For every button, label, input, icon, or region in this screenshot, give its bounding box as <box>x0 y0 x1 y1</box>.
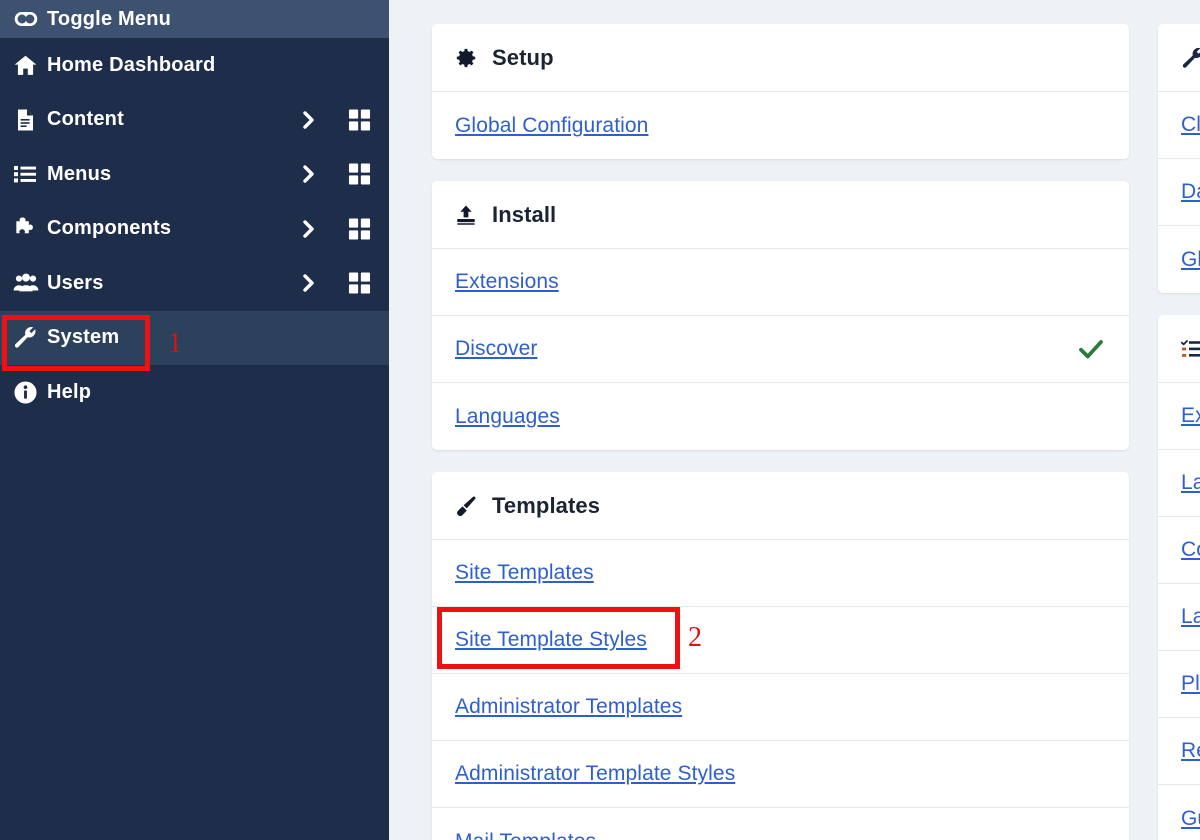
toggle-menu-button[interactable]: Toggle Menu <box>0 0 389 38</box>
card-title: Templates <box>492 493 600 519</box>
link-redirect[interactable]: Redirect <box>1181 739 1200 763</box>
link-global-checkin[interactable]: Global Check-in <box>1181 248 1200 272</box>
card-templates: Templates Site Templates Site Template S… <box>432 472 1129 840</box>
card-install: Install Extensions Discover Languages <box>432 181 1129 450</box>
toggle-menu-label: Toggle Menu <box>47 8 171 31</box>
list-item[interactable]: Plugins <box>1158 651 1200 718</box>
list-item[interactable]: Clear Cache <box>1158 92 1200 159</box>
checklist-icon <box>1181 337 1200 361</box>
link-administrator-templates[interactable]: Administrator Templates <box>455 695 682 719</box>
puzzle-icon <box>13 216 47 241</box>
list-item[interactable]: Languages <box>432 383 1129 450</box>
chevron-right-icon[interactable] <box>300 108 318 132</box>
wrench-icon <box>13 325 47 350</box>
link-discover[interactable]: Discover <box>455 337 537 361</box>
list-item[interactable]: Mail Templates <box>432 808 1129 840</box>
panel-column-left: Setup Global Configuration In <box>432 24 1129 840</box>
sidebar-item-users[interactable]: Users <box>0 256 389 311</box>
list-item[interactable]: Guided Tours <box>1158 785 1200 840</box>
users-icon <box>13 270 47 296</box>
sidebar-item-label: Menus <box>47 163 111 186</box>
annotation-number-2: 2 <box>688 622 702 654</box>
card-header: Setup <box>432 24 1129 92</box>
sidebar-item-label: Help <box>47 381 91 404</box>
sidebar-item-menus[interactable]: Menus <box>0 147 389 202</box>
sidebar-item-help[interactable]: Help <box>0 365 389 420</box>
list-item[interactable]: Site Templates <box>432 540 1129 607</box>
gear-icon <box>455 47 479 69</box>
sidebar-item-label: Users <box>47 272 104 295</box>
card-title: Install <box>492 202 556 228</box>
sidebar-item-components[interactable]: Components <box>0 202 389 257</box>
card-information: Extensions Languages Content Languages L… <box>1158 315 1200 840</box>
card-header <box>1158 24 1200 92</box>
upload-icon <box>455 204 479 226</box>
link-info-languages[interactable]: Languages <box>1181 471 1200 495</box>
list-item[interactable]: Redirect <box>1158 718 1200 785</box>
check-icon <box>1076 334 1106 364</box>
link-extensions[interactable]: Extensions <box>455 270 559 294</box>
sidebar-item-label: System <box>47 326 119 349</box>
joomla-admin-screen: Toggle Menu Home Dashboard <box>0 0 1200 840</box>
annotation-number-1: 1 <box>168 328 182 360</box>
link-info-extensions[interactable]: Extensions <box>1181 404 1200 428</box>
card-setup: Setup Global Configuration <box>432 24 1129 159</box>
link-content-languages[interactable]: Content Languages <box>1181 538 1200 562</box>
toggle-menu-icon <box>13 6 47 32</box>
info-icon <box>13 380 47 405</box>
link-global-configuration[interactable]: Global Configuration <box>455 114 648 138</box>
link-language-overrides[interactable]: Language Overrides <box>1181 605 1200 629</box>
link-database[interactable]: Database <box>1181 180 1200 204</box>
chevron-right-icon[interactable] <box>300 162 318 186</box>
card-manage: Clear Cache Database Global Check-in <box>1158 24 1200 293</box>
link-mail-templates[interactable]: Mail Templates <box>455 830 596 840</box>
sidebar-item-content[interactable]: Content <box>0 93 389 148</box>
link-plugins[interactable]: Plugins <box>1181 672 1200 696</box>
list-item[interactable]: Extensions <box>432 249 1129 316</box>
sidebar-item-system[interactable]: System <box>0 311 389 366</box>
paintbrush-icon <box>455 495 479 517</box>
document-icon <box>13 108 47 132</box>
card-header: Install <box>432 181 1129 249</box>
sidebar: Toggle Menu Home Dashboard <box>0 0 389 840</box>
list-item[interactable]: Global Check-in <box>1158 226 1200 293</box>
list-item[interactable]: Administrator Template Styles <box>432 741 1129 808</box>
sidebar-item-label: Content <box>47 108 124 131</box>
sidebar-item-home-dashboard[interactable]: Home Dashboard <box>0 38 389 93</box>
grid-icon[interactable] <box>348 272 371 295</box>
grid-icon[interactable] <box>348 163 371 186</box>
link-site-template-styles[interactable]: Site Template Styles <box>455 628 647 652</box>
link-administrator-template-styles[interactable]: Administrator Template Styles <box>455 762 735 786</box>
list-icon <box>13 162 47 186</box>
list-item[interactable]: Extensions <box>1158 383 1200 450</box>
list-item[interactable]: Administrator Templates <box>432 674 1129 741</box>
list-item[interactable]: Content Languages <box>1158 517 1200 584</box>
grid-icon[interactable] <box>348 108 371 131</box>
grid-icon[interactable] <box>348 217 371 240</box>
link-site-templates[interactable]: Site Templates <box>455 561 594 585</box>
link-languages[interactable]: Languages <box>455 405 560 429</box>
list-item[interactable]: Language Overrides <box>1158 584 1200 651</box>
list-item[interactable]: Discover <box>432 316 1129 383</box>
wrench-icon <box>1181 46 1200 70</box>
chevron-right-icon[interactable] <box>300 271 318 295</box>
card-header <box>1158 315 1200 383</box>
link-guided-tours[interactable]: Guided Tours <box>1181 807 1200 831</box>
list-item[interactable]: Global Configuration <box>432 92 1129 159</box>
chevron-right-icon[interactable] <box>300 217 318 241</box>
sidebar-item-label: Home Dashboard <box>47 54 215 77</box>
panel-column-right: Clear Cache Database Global Check-in <box>1158 24 1200 840</box>
card-title: Setup <box>492 45 554 71</box>
link-clear-cache[interactable]: Clear Cache <box>1181 113 1200 137</box>
home-icon <box>13 53 47 78</box>
sidebar-item-label: Components <box>47 217 171 240</box>
list-item[interactable]: Site Template Styles <box>432 607 1129 674</box>
list-item[interactable]: Languages <box>1158 450 1200 517</box>
card-header: Templates <box>432 472 1129 540</box>
list-item[interactable]: Database <box>1158 159 1200 226</box>
main-content: Setup Global Configuration In <box>389 0 1200 840</box>
